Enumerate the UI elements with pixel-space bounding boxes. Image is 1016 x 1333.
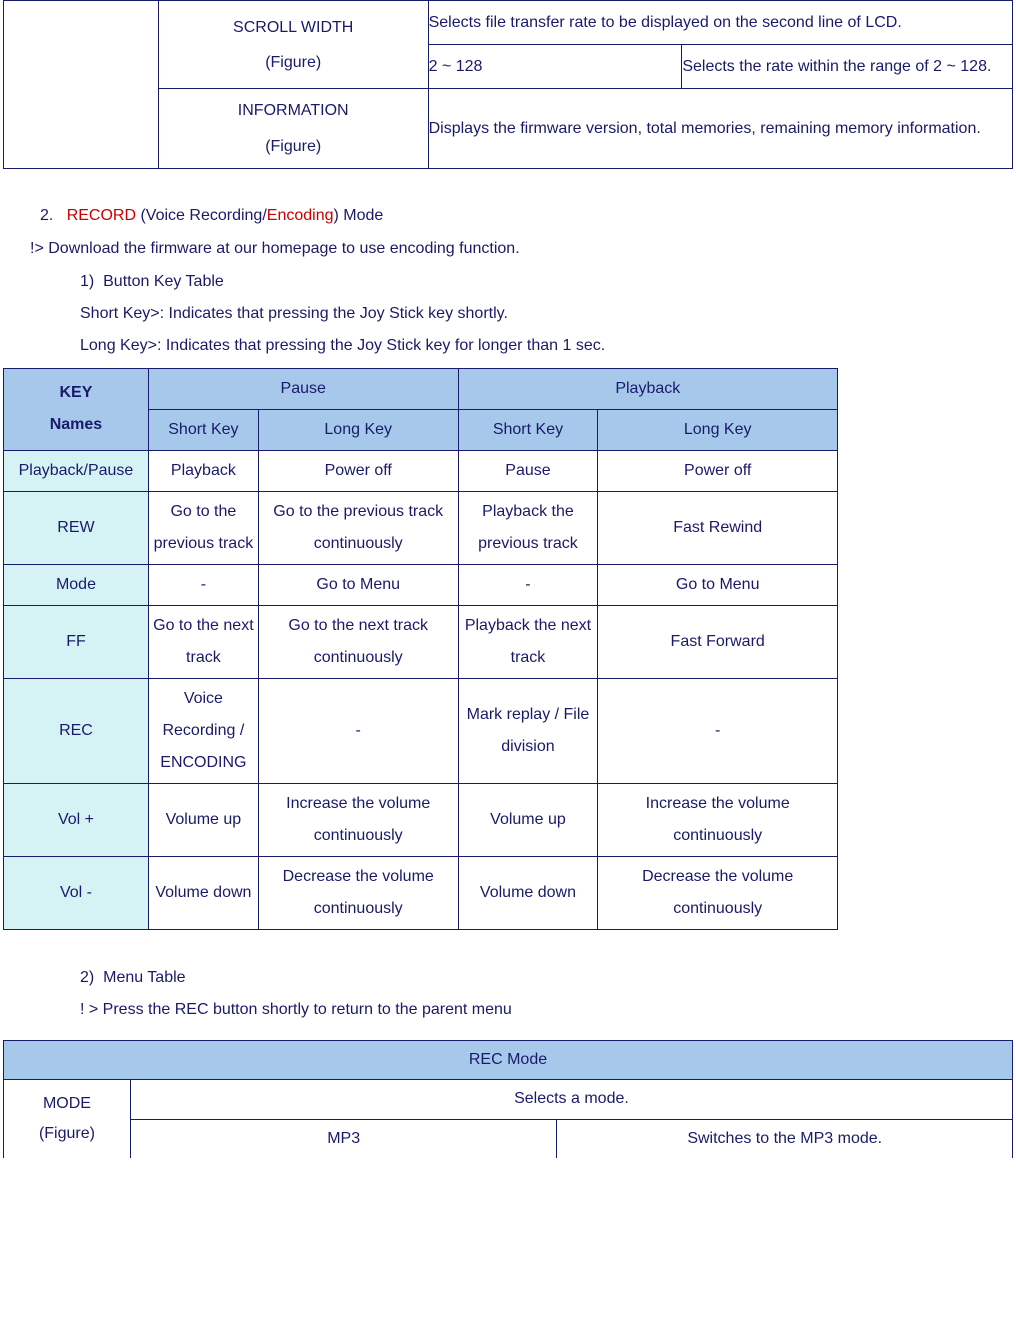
key-name-cell: Vol - [4,856,149,929]
longkey-note: Long Key>: Indicates that pressing the J… [80,330,1016,362]
key-name-cell: FF [4,605,149,678]
sub1-number: 1) [80,273,94,290]
pause-long-cell: Increase the volume continuously [258,783,458,856]
table-row: RECVoice Recording / ENCODING-Mark repla… [4,678,838,783]
scroll-width-label-1: SCROLL WIDTH [161,10,426,45]
pause-short-header: Short Key [148,409,258,450]
rec-mode-table: REC Mode MODE (Figure) Selects a mode. M… [3,1040,1013,1158]
playback-short-cell: - [458,564,598,605]
key-names-header: KEY Names [4,368,149,450]
table-row: Playback/PausePlaybackPower offPausePowe… [4,450,838,491]
record-end: ) Mode [333,207,383,224]
key-name-cell: Vol + [4,783,149,856]
key-name-cell: REC [4,678,149,783]
playback-long-cell: Power off [598,450,838,491]
key-name-cell: Mode [4,564,149,605]
mp3-label: MP3 [130,1119,557,1158]
key-header-1: KEY [6,377,146,409]
pause-short-cell: - [148,564,258,605]
pause-short-cell: Go to the previous track [148,491,258,564]
table-row: Mode-Go to Menu-Go to Menu [4,564,838,605]
mode-label-2: (Figure) [6,1119,128,1149]
scroll-width-desc: Selects file transfer rate to be display… [428,1,1012,45]
pause-long-cell: Decrease the volume continuously [258,856,458,929]
pause-long-cell: Go to the previous track continuously [258,491,458,564]
mp3-desc: Switches to the MP3 mode. [557,1119,1013,1158]
record-red: RECORD [67,207,136,224]
settings-table-fragment: SCROLL WIDTH (Figure) Selects file trans… [3,0,1013,169]
playback-long-header: Long Key [598,409,838,450]
pause-long-cell: Go to Menu [258,564,458,605]
table-row: FFGo to the next trackGo to the next tra… [4,605,838,678]
pause-short-cell: Volume down [148,856,258,929]
playback-short-cell: Playback the previous track [458,491,598,564]
sub2-title: Menu Table [103,969,185,986]
playback-long-cell: Fast Rewind [598,491,838,564]
sub1-title: Button Key Table [103,273,224,290]
empty-cell [4,1,159,169]
pause-long-header: Long Key [258,409,458,450]
key-name-cell: Playback/Pause [4,450,149,491]
playback-short-cell: Volume up [458,783,598,856]
playback-header: Playback [458,368,837,409]
information-label-2: (Figure) [161,129,426,164]
scroll-range: 2 ~ 128 [428,45,682,89]
playback-long-cell: Fast Forward [598,605,838,678]
rec-mode-header: REC Mode [4,1040,1013,1079]
pause-long-cell: Power off [258,450,458,491]
playback-short-header: Short Key [458,409,598,450]
playback-long-cell: Go to Menu [598,564,838,605]
record-mid: (Voice Recording/ [136,207,267,224]
section-2-heading: 2. RECORD (Voice Recording/Encoding) Mod… [40,199,986,233]
pause-long-cell: - [258,678,458,783]
information-label-1: INFORMATION [161,93,426,128]
key-name-cell: REW [4,491,149,564]
playback-short-cell: Pause [458,450,598,491]
pause-long-cell: Go to the next track continuously [258,605,458,678]
sub2-heading: 2) Menu Table [80,962,1016,994]
mode-label-1: MODE [6,1089,128,1119]
table-row: Vol +Volume upIncrease the volume contin… [4,783,838,856]
key-header-2: Names [6,409,146,441]
firmware-note: !> Download the firmware at our homepage… [30,232,1016,266]
pause-short-cell: Playback [148,450,258,491]
pause-short-cell: Volume up [148,783,258,856]
playback-long-cell: Decrease the volume continuously [598,856,838,929]
table-row: REWGo to the previous trackGo to the pre… [4,491,838,564]
encoding-red: Encoding [267,207,334,224]
pause-short-cell: Go to the next track [148,605,258,678]
shortkey-note: Short Key>: Indicates that pressing the … [80,298,1016,330]
pause-short-cell: Voice Recording / ENCODING [148,678,258,783]
playback-long-cell: - [598,678,838,783]
mode-selects: Selects a mode. [130,1080,1012,1119]
playback-short-cell: Volume down [458,856,598,929]
scroll-width-label-2: (Figure) [161,45,426,80]
information-desc: Displays the firmware version, total mem… [428,89,1012,168]
scroll-width-label: SCROLL WIDTH (Figure) [158,1,428,89]
rec-return-note: ! > Press the REC button shortly to retu… [80,994,1016,1026]
mode-label: MODE (Figure) [4,1080,131,1158]
scroll-range-desc: Selects the rate within the range of 2 ~… [682,45,1013,89]
pause-header: Pause [148,368,458,409]
sub1-heading: 1) Button Key Table [80,266,1016,298]
information-label: INFORMATION (Figure) [158,89,428,168]
playback-long-cell: Increase the volume continuously [598,783,838,856]
playback-short-cell: Mark replay / File division [458,678,598,783]
section-2-number: 2. [40,207,53,224]
sub2-number: 2) [80,969,94,986]
playback-short-cell: Playback the next track [458,605,598,678]
table-row: Vol -Volume downDecrease the volume cont… [4,856,838,929]
button-key-table: KEY Names Pause Playback Short Key Long … [3,368,838,930]
